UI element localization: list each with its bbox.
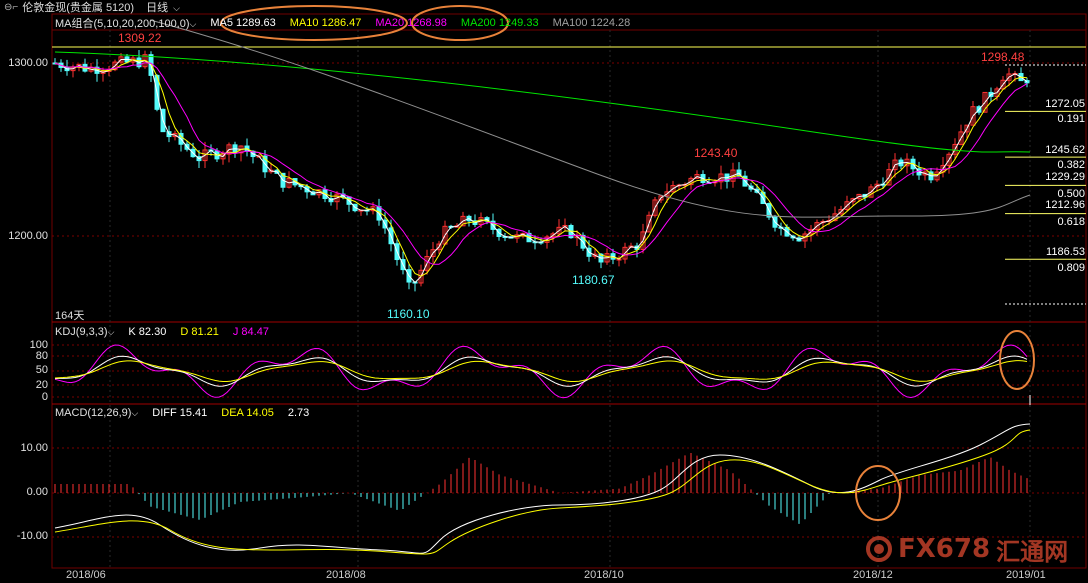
kdj-j-value: J 84.47 bbox=[232, 326, 269, 338]
watermark: FX678 汇通网 bbox=[866, 530, 1076, 568]
watermark-brand: FX678 bbox=[898, 534, 991, 564]
watermark-sub: 汇通网 bbox=[996, 537, 1069, 566]
ma200-line bbox=[54, 51, 1031, 153]
macd-diff-value: DIFF 15.41 bbox=[152, 407, 208, 419]
kdj-j-line bbox=[54, 344, 1028, 399]
macd-bar-value: 2.73 bbox=[287, 407, 310, 419]
fib-price: 1245.62 bbox=[1045, 144, 1085, 156]
y-tick-label: -10.00 bbox=[16, 530, 48, 542]
fib-ratio: 0.191 bbox=[1057, 113, 1085, 125]
fib-price: 1186.53 bbox=[1046, 246, 1085, 258]
recent-high-annotation: 1298.48 bbox=[981, 50, 1025, 64]
kdj-k-value: K 82.30 bbox=[128, 326, 167, 338]
y-tick-label: 1300.00 bbox=[8, 57, 48, 69]
y-tick-label: 50 bbox=[35, 364, 48, 376]
ma5-line bbox=[54, 58, 1028, 284]
macd-legend: MACD(12,26,9) ⌵ DIFF 15.41 DEA 14.05 2.7… bbox=[55, 406, 309, 420]
fib-ratio: 0.382 bbox=[1057, 159, 1085, 171]
high-annotation: 1309.22 bbox=[118, 31, 162, 45]
x-tick-label: 2018/10 bbox=[584, 569, 624, 581]
fx678-logo-icon bbox=[866, 536, 892, 562]
ma10-value: MA10 1286.47 bbox=[289, 17, 362, 29]
main-legend: MA组合(5,10,20,200,100,0) ⌵ MA5 1289.63 MA… bbox=[55, 16, 630, 30]
y-tick-label: 0.00 bbox=[26, 486, 48, 498]
ma100-value: MA100 1224.28 bbox=[552, 17, 631, 29]
mid-high-annotation: 1243.40 bbox=[694, 146, 738, 160]
highlight-circle bbox=[999, 330, 1035, 390]
ma20-value: MA20 1268.98 bbox=[375, 17, 447, 29]
y-tick-label: 80 bbox=[35, 350, 48, 362]
chevron-down-icon: ⌵ bbox=[107, 327, 115, 337]
fib-ratio: 0.809 bbox=[1057, 262, 1085, 274]
x-tick-label: 2018/06 bbox=[66, 569, 106, 581]
chevron-down-icon: ⌵ bbox=[189, 19, 197, 29]
ma-group-label[interactable]: MA组合(5,10,20,200,100,0) ⌵ bbox=[55, 15, 196, 31]
kdj-k-line bbox=[54, 355, 1028, 387]
macd-name[interactable]: MACD(12,26,9) ⌵ bbox=[55, 407, 138, 419]
kdj-d-value: D 81.21 bbox=[180, 326, 219, 338]
y-tick-label: 1200.00 bbox=[8, 230, 48, 242]
kdj-legend: KDJ(9,3,3) ⌵ K 82.30 D 81.21 J 84.47 bbox=[55, 325, 269, 339]
chevron-down-icon: ⌵ bbox=[131, 408, 139, 418]
days-count-label: 164天 bbox=[55, 310, 85, 322]
y-tick-label: 20 bbox=[35, 379, 48, 391]
fib-price: 1212.96 bbox=[1045, 199, 1085, 211]
x-tick-label: 2018/08 bbox=[326, 569, 366, 581]
x-axis: 2018/06 2018/08 2018/10 2018/12 2019/01 bbox=[0, 568, 1088, 583]
y-tick-label: 0 bbox=[41, 391, 48, 403]
chart-canvas[interactable] bbox=[0, 0, 1088, 583]
kdj-d-line bbox=[54, 360, 1028, 382]
y-tick-label: 10.00 bbox=[20, 442, 48, 454]
low-annotation: 1160.10 bbox=[387, 307, 430, 321]
mid-low-annotation: 1180.67 bbox=[572, 273, 615, 287]
x-tick-label: 2018/12 bbox=[853, 569, 893, 581]
kdj-name[interactable]: KDJ(9,3,3) ⌵ bbox=[55, 326, 114, 338]
x-tick-label: 2019/01 bbox=[1006, 569, 1046, 581]
fib-price: 1272.05 bbox=[1045, 98, 1085, 110]
macd-dea-value: DEA 14.05 bbox=[221, 407, 274, 419]
fib-ratio: 0.618 bbox=[1057, 216, 1085, 228]
ma200-value: MA200 1249.33 bbox=[460, 17, 539, 29]
ma5-value: MA5 1289.63 bbox=[210, 17, 276, 29]
ma20-line bbox=[54, 62, 1028, 265]
fib-price: 1229.29 bbox=[1045, 171, 1085, 183]
